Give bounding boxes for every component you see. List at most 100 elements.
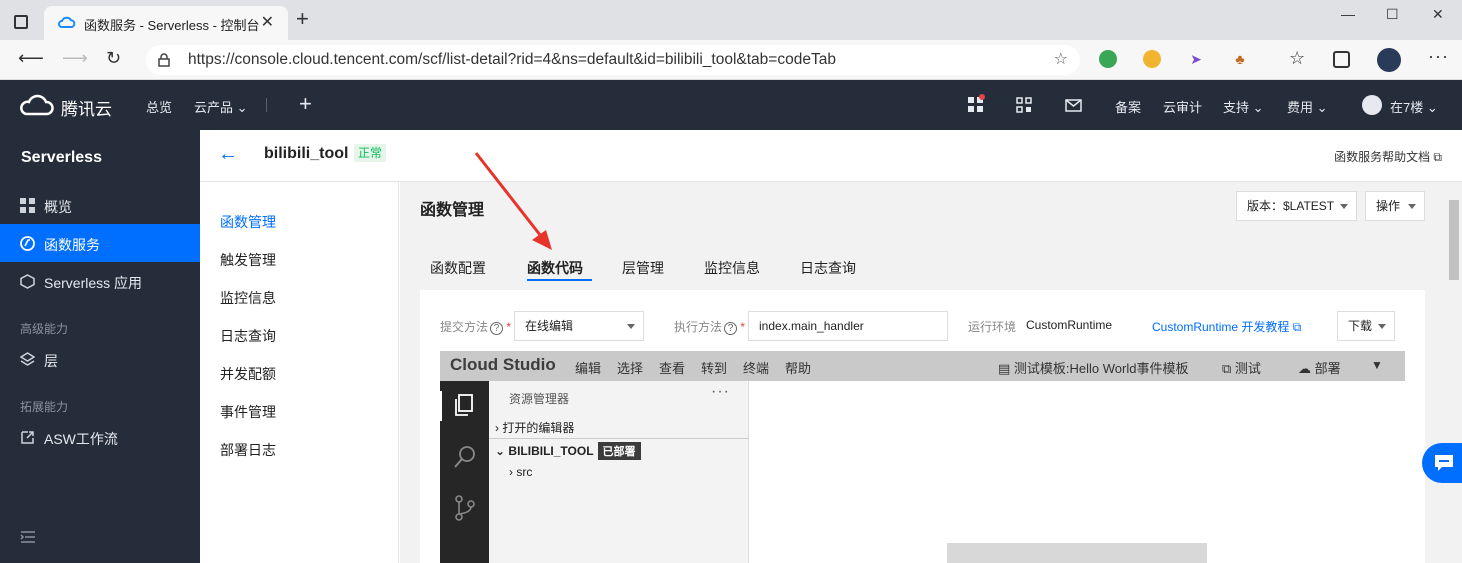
- qrcode-icon[interactable]: [1016, 97, 1032, 113]
- sidebar-item-label: 函数服务: [44, 237, 100, 253]
- cs-menu-view[interactable]: 查看: [659, 358, 685, 377]
- editor-area[interactable]: [749, 381, 1405, 563]
- forward-icon[interactable]: ⟶: [62, 48, 88, 69]
- search-icon[interactable]: [453, 445, 477, 469]
- cs-menu-help[interactable]: 帮助: [785, 358, 811, 377]
- sidebar-item-label: 概览: [44, 199, 72, 215]
- chevron-down-icon: [1340, 204, 1348, 209]
- source-control-icon[interactable]: [454, 495, 476, 521]
- maximize-icon[interactable]: ☐: [1386, 6, 1399, 23]
- user-menu[interactable]: 在7楼 ⌄: [1390, 97, 1438, 116]
- nav-billing[interactable]: 费用 ⌄: [1287, 97, 1328, 116]
- open-editors-label: 打开的编辑器: [502, 421, 575, 435]
- favorites-icon[interactable]: ☆: [1289, 48, 1305, 69]
- submenu-concurrency[interactable]: 并发配额: [220, 364, 276, 384]
- sidebar-item-functions[interactable]: 函数服务: [0, 224, 200, 262]
- nav-support[interactable]: 支持 ⌄: [1223, 97, 1264, 116]
- back-icon[interactable]: ⟵: [18, 48, 44, 69]
- console-top-nav: 腾讯云 总览 云产品 ⌄ + 备案 云审计 支持 ⌄ 费用 ⌄ 在7楼 ⌄: [0, 80, 1462, 130]
- back-arrow-icon[interactable]: ←: [218, 143, 238, 166]
- profile-avatar[interactable]: [1377, 48, 1401, 72]
- tab-log-query[interactable]: 日志查询: [800, 258, 856, 278]
- brand-name[interactable]: 腾讯云: [61, 95, 112, 120]
- active-tab-indicator: [527, 279, 592, 281]
- sidebar-item-overview[interactable]: 概览: [0, 186, 200, 224]
- tab-actions-icon[interactable]: [14, 15, 28, 29]
- workflow-icon: [21, 431, 34, 444]
- function-icon: [20, 236, 35, 251]
- tab-layer-management[interactable]: 层管理: [622, 258, 664, 278]
- address-bar[interactable]: https://console.cloud.tencent.com/scf/li…: [146, 45, 1080, 75]
- submenu-function-management[interactable]: 函数管理: [220, 212, 276, 232]
- collapse-toggle-icon[interactable]: ▼: [1371, 358, 1383, 372]
- scrollbar-thumb[interactable]: [1449, 200, 1459, 280]
- handler-input[interactable]: index.main_handler: [748, 311, 948, 341]
- add-shortcut-icon[interactable]: +: [299, 91, 312, 117]
- test-template-selector[interactable]: ▤ 测试模板:Hello World事件模板: [998, 358, 1188, 377]
- function-submenu: 函数管理 触发管理 监控信息 日志查询 并发配额 事件管理 部署日志: [200, 182, 399, 563]
- nav-overview[interactable]: 总览: [146, 97, 172, 116]
- tab-close-icon[interactable]: ✕: [261, 12, 274, 32]
- add-favorite-icon[interactable]: ☆: [1054, 49, 1068, 69]
- extension-cursor-icon[interactable]: ➤: [1187, 50, 1205, 68]
- mail-icon[interactable]: [1065, 99, 1082, 112]
- tab-monitoring[interactable]: 监控信息: [704, 258, 760, 278]
- sidebar-item-serverless-app[interactable]: Serverless 应用: [0, 262, 200, 300]
- sidebar-item-asw[interactable]: ASW工作流: [0, 418, 200, 456]
- sidebar-item-layers[interactable]: 层: [0, 340, 200, 378]
- extension-shield-icon[interactable]: [1143, 50, 1161, 68]
- cs-menu-edit[interactable]: 编辑: [575, 358, 601, 377]
- submit-method-select[interactable]: 在线编辑: [514, 311, 644, 341]
- submenu-monitoring[interactable]: 监控信息: [220, 288, 276, 308]
- required-mark: *: [740, 320, 746, 334]
- cs-menu-terminal[interactable]: 终端: [743, 358, 769, 377]
- help-icon[interactable]: ?: [724, 322, 738, 335]
- browser-tab[interactable]: 函数服务 - Serverless - 控制台 ✕: [44, 6, 288, 40]
- download-button[interactable]: 下载: [1337, 311, 1395, 341]
- collapse-sidebar-icon[interactable]: [20, 530, 36, 544]
- browser-menu-icon[interactable]: ···: [1428, 46, 1449, 67]
- nav-filing[interactable]: 备案: [1115, 97, 1141, 116]
- extension-globe-icon[interactable]: [1099, 50, 1117, 68]
- cs-menu-select[interactable]: 选择: [617, 358, 643, 377]
- user-avatar-icon[interactable]: [1362, 95, 1382, 115]
- help-doc-link[interactable]: 函数服务帮助文档 ⧉: [1334, 148, 1442, 165]
- required-mark: *: [506, 320, 512, 334]
- submenu-events[interactable]: 事件管理: [220, 402, 276, 422]
- tab-function-config[interactable]: 函数配置: [430, 258, 486, 278]
- browser-toolbar: ⟵ ⟶ ↻ https://console.cloud.tencent.com/…: [0, 40, 1462, 80]
- project-name: BILIBILI_TOOL: [508, 444, 594, 458]
- cs-menu-goto[interactable]: 转到: [701, 358, 727, 377]
- deploy-button[interactable]: ☁ 部署: [1298, 358, 1341, 377]
- submenu-deploy-logs[interactable]: 部署日志: [220, 440, 276, 460]
- sidebar-item-label: Serverless 应用: [44, 275, 143, 291]
- explorer-files-icon[interactable]: [453, 393, 475, 417]
- sidebar-group-advanced: 高级能力: [20, 322, 69, 336]
- code-card: 提交方法? * 在线编辑 执行方法? * index.main_handler …: [420, 290, 1425, 563]
- collections-icon[interactable]: [1333, 51, 1350, 68]
- folder-src[interactable]: › src: [509, 465, 532, 479]
- test-icon: ⧉: [1222, 361, 1232, 376]
- minimize-icon[interactable]: —: [1341, 6, 1355, 22]
- tab-function-code[interactable]: 函数代码: [527, 258, 583, 278]
- test-button[interactable]: ⧉ 测试: [1222, 358, 1261, 377]
- nav-products[interactable]: 云产品 ⌄: [194, 97, 248, 116]
- external-link-icon: ⧉: [1433, 150, 1442, 164]
- version-select[interactable]: 版本：$LATEST: [1236, 191, 1357, 221]
- runtime-label: 运行环境: [968, 320, 1017, 334]
- help-icon[interactable]: ?: [490, 322, 504, 335]
- refresh-icon[interactable]: ↻: [106, 48, 121, 69]
- nav-cloud-audit[interactable]: 云审计: [1163, 97, 1202, 116]
- operations-select[interactable]: 操作: [1365, 191, 1425, 221]
- submenu-log-query[interactable]: 日志查询: [220, 326, 276, 346]
- open-editors-section[interactable]: › 打开的编辑器: [495, 419, 574, 436]
- chat-support-button[interactable]: [1422, 443, 1462, 483]
- more-actions-icon[interactable]: ···: [711, 383, 730, 401]
- runtime-doc-link[interactable]: CustomRuntime 开发教程 ⧉: [1152, 318, 1301, 335]
- new-tab-icon[interactable]: +: [296, 8, 309, 30]
- extension-island-icon[interactable]: ♣: [1231, 50, 1249, 68]
- close-window-icon[interactable]: ✕: [1432, 6, 1444, 23]
- submenu-trigger-management[interactable]: 触发管理: [220, 250, 276, 270]
- runtime-doc-label: CustomRuntime 开发教程: [1152, 320, 1290, 334]
- project-section[interactable]: ⌄ BILIBILI_TOOL 已部署: [495, 442, 641, 460]
